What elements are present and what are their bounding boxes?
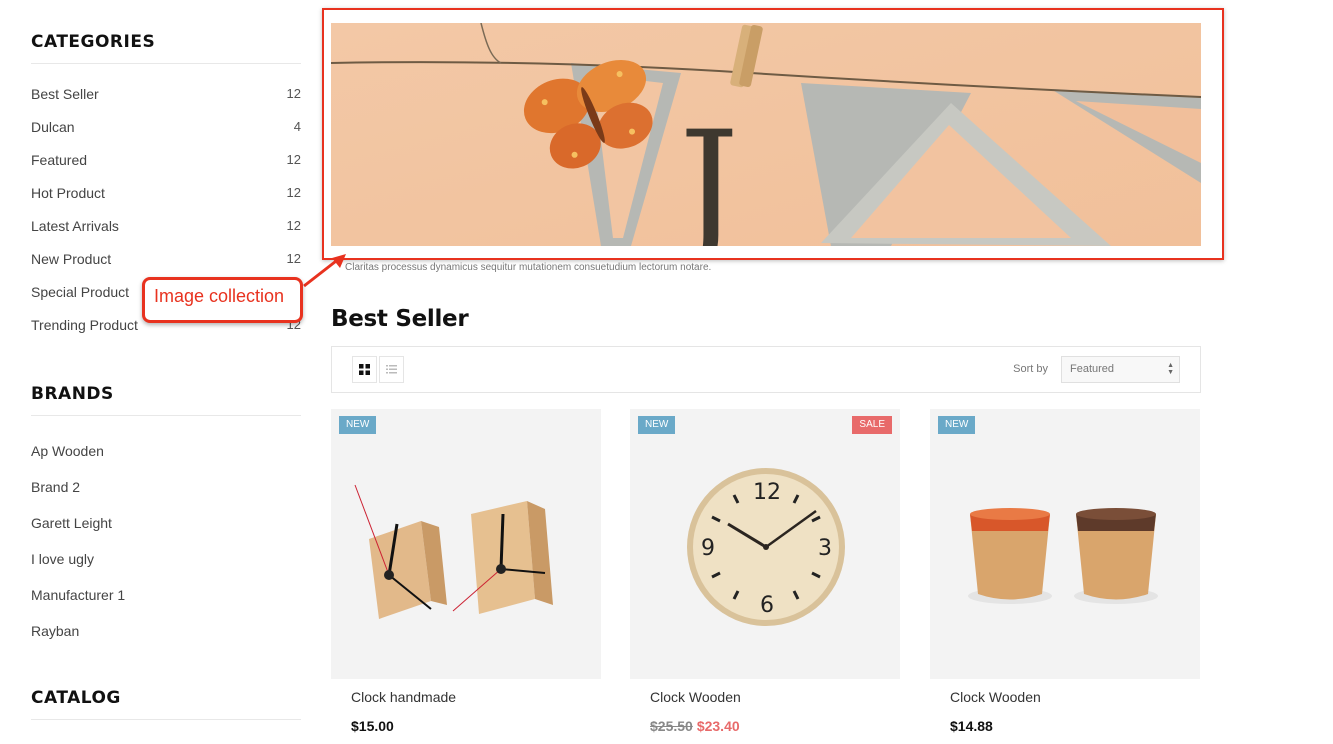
sale-price: $23.40 [696,718,740,734]
select-arrows-icon: ▲ ▼ [1167,362,1174,376]
product-image[interactable]: NEW [930,409,1200,679]
category-count: 12 [286,185,301,200]
svg-text:12: 12 [753,480,781,505]
catalog-heading: CATALOG [31,688,301,720]
product-card[interactable]: NEW SALE 12 3 6 9 Clock Wooden $25.50 $23… [630,409,900,734]
list-view-icon [386,365,397,374]
category-item-hot-product[interactable]: Hot Product 12 [31,176,301,209]
new-badge: NEW [938,416,976,434]
sort-select[interactable]: Featured ▲ ▼ [1061,356,1180,383]
clock-handmade-image [354,484,553,619]
grid-view-button[interactable] [352,356,377,383]
category-item-new-product[interactable]: New Product 12 [31,242,301,275]
product-name[interactable]: Clock Wooden [930,689,1200,705]
brand-item-manufacturer-1[interactable]: Manufacturer 1 [31,577,301,613]
category-label: Special Product [31,283,130,300]
price: $15.00 [351,718,394,734]
category-label: Dulcan [31,118,75,135]
price: $14.88 [950,718,993,734]
product-price: $14.88 [930,718,1200,734]
sale-badge: SALE [852,416,892,434]
svg-text:9: 9 [701,536,715,561]
product-name[interactable]: Clock Wooden [630,689,900,705]
category-item-best-seller[interactable]: Best Seller 12 [31,77,301,110]
clock-wooden-image: 12 3 6 9 [687,468,845,626]
banner-caption: Claritas processus dynamicus sequitur mu… [345,262,712,273]
category-label: Hot Product [31,184,105,201]
category-count: 12 [286,218,301,233]
brand-label: Manufacturer 1 [31,587,126,603]
category-label: Latest Arrivals [31,217,119,234]
brand-item-brand-2[interactable]: Brand 2 [31,469,301,505]
brand-label: Rayban [31,623,80,639]
brand-item-i-love-ugly[interactable]: I love ugly [31,541,301,577]
category-item-dulcan[interactable]: Dulcan 4 [31,110,301,143]
brand-item-rayban[interactable]: Rayban [31,613,301,649]
product-price: $25.50 $23.40 [630,718,900,734]
brands-heading: BRANDS [31,384,301,416]
category-label: New Product [31,250,112,267]
category-count: 12 [286,251,301,266]
product-image[interactable]: NEW [331,409,601,679]
brand-label: Garett Leight [31,515,112,531]
brand-label: Brand 2 [31,479,81,495]
category-label: Best Seller [31,85,99,102]
page-title: Best Seller [331,306,469,332]
list-view-button[interactable] [379,356,404,383]
category-count: 12 [286,86,301,101]
category-item-featured[interactable]: Featured 12 [31,143,301,176]
category-count: 12 [286,152,301,167]
category-label: Featured [31,151,88,168]
annotation-callout: Image collection [142,277,303,323]
product-price: $15.00 [331,718,601,734]
brand-label: I love ugly [31,551,95,567]
category-item-latest-arrivals[interactable]: Latest Arrivals 12 [31,209,301,242]
product-card[interactable]: NEW Clock handmade $15.00 [331,409,601,734]
banner-artwork: J [331,23,1201,246]
sort-label: Sort by [1013,363,1048,375]
new-badge: NEW [638,416,676,434]
grid-view-icon [359,364,370,375]
categories-heading: CATEGORIES [31,32,301,64]
category-label: Trending Product [31,316,138,333]
old-price: $25.50 [650,718,693,734]
brands-list: Ap Wooden Brand 2 Garett Leight I love u… [31,433,301,649]
svg-text:6: 6 [760,593,774,618]
sort-selected-value: Featured [1070,363,1115,375]
product-toolbar: Sort by Featured ▲ ▼ [331,346,1201,393]
new-badge: NEW [339,416,377,434]
banner-image[interactable]: J [331,23,1201,246]
brand-label: Ap Wooden [31,443,104,459]
wooden-cups-image [968,508,1158,604]
brand-item-ap-wooden[interactable]: Ap Wooden [31,433,301,469]
category-count: 4 [293,119,301,134]
brand-item-garett-leight[interactable]: Garett Leight [31,505,301,541]
svg-text:3: 3 [818,536,832,561]
product-name[interactable]: Clock handmade [331,689,601,705]
product-card[interactable]: NEW Clock Wooden $14.88 [930,409,1200,734]
product-image[interactable]: NEW SALE 12 3 6 9 [630,409,900,679]
callout-arrow-icon [303,254,346,288]
